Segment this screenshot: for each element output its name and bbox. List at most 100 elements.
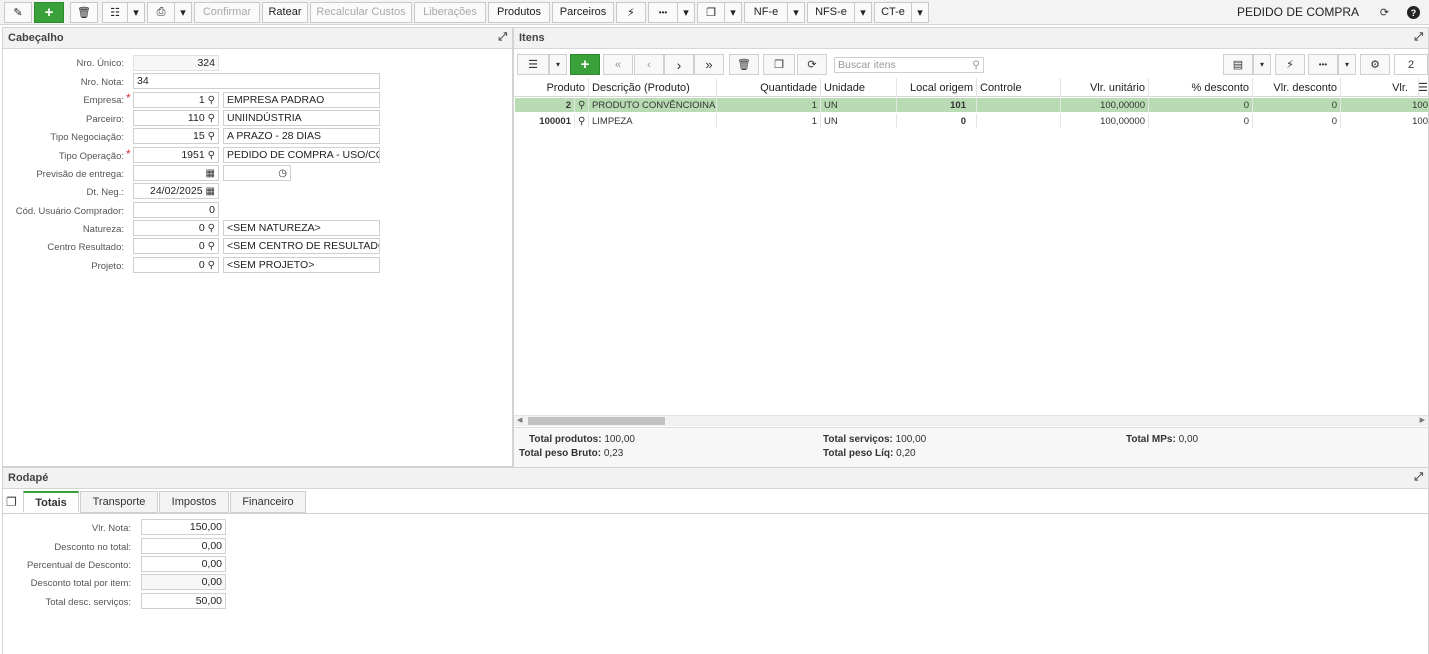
expand-icon[interactable]: ⤢ <box>498 31 507 44</box>
tab-transporte[interactable]: Transporte <box>80 491 158 513</box>
add-item-button[interactable]: + <box>570 54 600 75</box>
search-icon[interactable]: ⚲ <box>208 223 215 234</box>
col-header-produto[interactable]: Produto <box>515 78 589 97</box>
clock-icon[interactable]: ◷ <box>278 168 287 179</box>
partners-button[interactable]: Parceiros <box>552 1 614 23</box>
natureza-code-field[interactable]: 0 ⚲ <box>133 220 219 236</box>
empresa-code-field[interactable]: 1 ⚲ <box>133 92 219 108</box>
calendar-icon[interactable]: ▦ <box>206 186 215 197</box>
search-icon[interactable]: ⚲ <box>208 260 215 271</box>
desc-servicos-field[interactable]: 50,00 <box>141 593 226 609</box>
search-icon[interactable]: ⚲ <box>972 59 980 71</box>
horizontal-scrollbar[interactable]: ◀ ▶ <box>514 415 1428 426</box>
releases-button[interactable]: Liberações <box>414 1 486 23</box>
table-row[interactable]: 2 ⚲ PRODUTO CONVÊNCIOINAL 1 UN 101 100,0… <box>513 98 1429 112</box>
cell-vlr-desconto: 0 <box>1253 114 1341 128</box>
tipo-negociacao-code-field[interactable]: 15 ⚲ <box>133 128 219 144</box>
calendar-icon[interactable]: ▦ <box>206 168 215 179</box>
previous-page-button[interactable]: ‹ <box>634 54 664 75</box>
percentual-desconto-field[interactable]: 0,00 <box>141 556 226 572</box>
col-header-vlr[interactable]: Vlr. <box>1341 78 1419 97</box>
cte-dropdown-button[interactable]: ▾ <box>911 1 929 23</box>
table-row[interactable]: 100001 ⚲ LIMPEZA 1 UN 0 100,00000 0 0 10… <box>513 114 1429 128</box>
delete-button[interactable]: 🗑 <box>70 1 98 23</box>
col-header-controle[interactable]: Controle <box>977 78 1061 97</box>
nfe-button[interactable]: NF-e <box>744 1 788 23</box>
col-header-descricao[interactable]: Descrição (Produto) <box>589 78 717 97</box>
more-dropdown-button[interactable]: ▾ <box>677 1 695 23</box>
col-header-pct-desconto[interactable]: % desconto <box>1149 78 1253 97</box>
confirm-button[interactable]: Confirmar <box>194 1 260 23</box>
delete-item-button[interactable]: 🗑 <box>729 54 759 75</box>
add-button[interactable]: + <box>34 1 64 23</box>
usuario-comprador-field[interactable]: 0 <box>133 202 219 218</box>
rate-button[interactable]: Ratear <box>262 1 308 23</box>
expand-icon[interactable]: ⤢ <box>1414 31 1423 44</box>
column-menu-icon[interactable]: ☰ <box>1418 81 1428 94</box>
desconto-total-field[interactable]: 0,00 <box>141 538 226 554</box>
dt-neg-field[interactable]: 24/02/2025 ▦ <box>133 183 219 199</box>
search-icon[interactable]: ⚲ <box>208 95 215 106</box>
scroll-left-icon[interactable]: ◀ <box>517 416 522 424</box>
scrollbar-thumb[interactable] <box>528 417 665 425</box>
search-icon[interactable]: ⚲ <box>575 114 589 128</box>
more-actions-button[interactable]: ••• <box>648 1 678 23</box>
centro-resultado-desc-field: <SEM CENTRO DE RESULTADO> <box>223 238 380 254</box>
scroll-right-icon[interactable]: ▶ <box>1420 416 1425 424</box>
search-icon[interactable]: ⚲ <box>208 241 215 252</box>
products-button[interactable]: Produtos <box>488 1 550 23</box>
list-view-dropdown-button[interactable]: ▾ <box>549 54 567 75</box>
tipo-operacao-code-field[interactable]: 1951 ⚲ <box>133 147 219 163</box>
page-number-field[interactable]: 2 <box>1394 54 1428 75</box>
settings-button[interactable]: ⚙ <box>1360 54 1390 75</box>
tab-totais[interactable]: Totais <box>23 491 79 513</box>
centro-resultado-code-field[interactable]: 0 ⚲ <box>133 238 219 254</box>
copy-item-button[interactable]: ❐ <box>763 54 795 75</box>
nfse-dropdown-button[interactable]: ▾ <box>854 1 872 23</box>
export-dropdown-button[interactable]: ▾ <box>1253 54 1271 75</box>
projeto-code-field[interactable]: 0 ⚲ <box>133 257 219 273</box>
nfe-dropdown-button[interactable]: ▾ <box>787 1 805 23</box>
next-page-button[interactable]: › <box>664 54 694 75</box>
print-button[interactable]: ⎙ <box>147 1 175 23</box>
refresh-icon[interactable]: ⟳ <box>1376 4 1393 21</box>
clone-button[interactable]: ☷ <box>102 1 128 23</box>
help-icon[interactable]: ? <box>1407 6 1420 19</box>
tab-financeiro[interactable]: Financeiro <box>230 491 306 513</box>
clone-dropdown-button[interactable]: ▾ <box>127 1 145 23</box>
nfse-button[interactable]: NFS-e <box>807 1 855 23</box>
search-icon[interactable]: ⚲ <box>208 113 215 124</box>
documents-dropdown-button[interactable]: ▾ <box>724 1 742 23</box>
previsao-entrega-time-field[interactable]: ◷ <box>223 165 291 181</box>
item-more-button[interactable]: ••• <box>1308 54 1338 75</box>
print-dropdown-button[interactable]: ▾ <box>174 1 192 23</box>
col-header-quantidade[interactable]: Quantidade <box>717 78 821 97</box>
last-page-button[interactable]: » <box>694 54 724 75</box>
new-document-button[interactable]: ✎ <box>4 1 32 23</box>
list-view-button[interactable]: ☰ <box>517 54 549 75</box>
parceiro-code-field[interactable]: 110 ⚲ <box>133 110 219 126</box>
vlr-nota-field[interactable]: 150,00 <box>141 519 226 535</box>
col-header-unidade[interactable]: Unidade <box>821 78 897 97</box>
item-actions-button[interactable]: ⚡︎ <box>1275 54 1305 75</box>
export-button[interactable]: ▤ <box>1223 54 1253 75</box>
search-icon[interactable]: ⚲ <box>208 131 215 142</box>
nro-nota-field[interactable]: 34 <box>133 73 380 89</box>
copy-icon[interactable]: ❐ <box>6 495 17 509</box>
search-icon[interactable]: ⚲ <box>575 98 589 112</box>
col-header-vlr-unitario[interactable]: Vlr. unitário <box>1061 78 1149 97</box>
previsao-entrega-date-field[interactable]: ▦ <box>133 165 219 181</box>
first-page-button[interactable]: « <box>603 54 633 75</box>
item-search-input[interactable]: Buscar itens ⚲ <box>834 57 984 73</box>
refresh-items-button[interactable]: ⟳ <box>797 54 827 75</box>
lightning-button[interactable]: ⚡︎ <box>616 1 646 23</box>
item-more-dropdown-button[interactable]: ▾ <box>1338 54 1356 75</box>
cte-button[interactable]: CT-e <box>874 1 912 23</box>
documents-button[interactable]: ❐ <box>697 1 725 23</box>
expand-icon[interactable]: ⤢ <box>1414 471 1423 484</box>
col-header-local-origem[interactable]: Local origem <box>897 78 977 97</box>
search-icon[interactable]: ⚲ <box>208 150 215 161</box>
col-header-vlr-desconto[interactable]: Vlr. desconto <box>1253 78 1341 97</box>
recalculate-costs-button[interactable]: Recalcular Custos <box>310 1 412 23</box>
tab-impostos[interactable]: Impostos <box>159 491 229 513</box>
